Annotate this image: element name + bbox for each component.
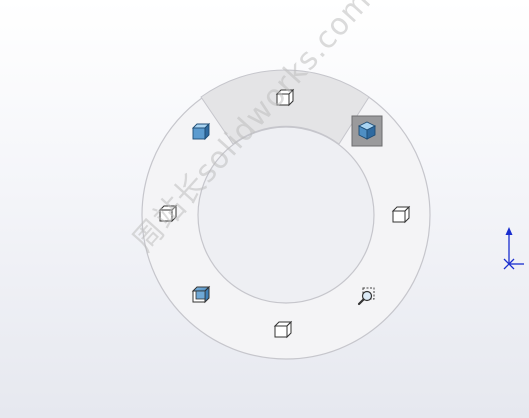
graphics-area[interactable]: 周站长solidworks.com xyxy=(0,0,529,418)
view-right-icon[interactable] xyxy=(391,205,411,224)
view-bottom-icon[interactable] xyxy=(273,320,293,339)
view-left-icon[interactable] xyxy=(158,204,178,223)
ring-inner xyxy=(197,126,375,304)
view-dimetric-icon[interactable] xyxy=(191,285,211,304)
view-selector-ring xyxy=(141,69,431,360)
view-isometric-icon[interactable] xyxy=(351,115,383,147)
view-trimetric-icon[interactable] xyxy=(191,122,211,141)
view-top-icon[interactable] xyxy=(275,88,295,107)
reference-triad-icon xyxy=(503,227,524,270)
